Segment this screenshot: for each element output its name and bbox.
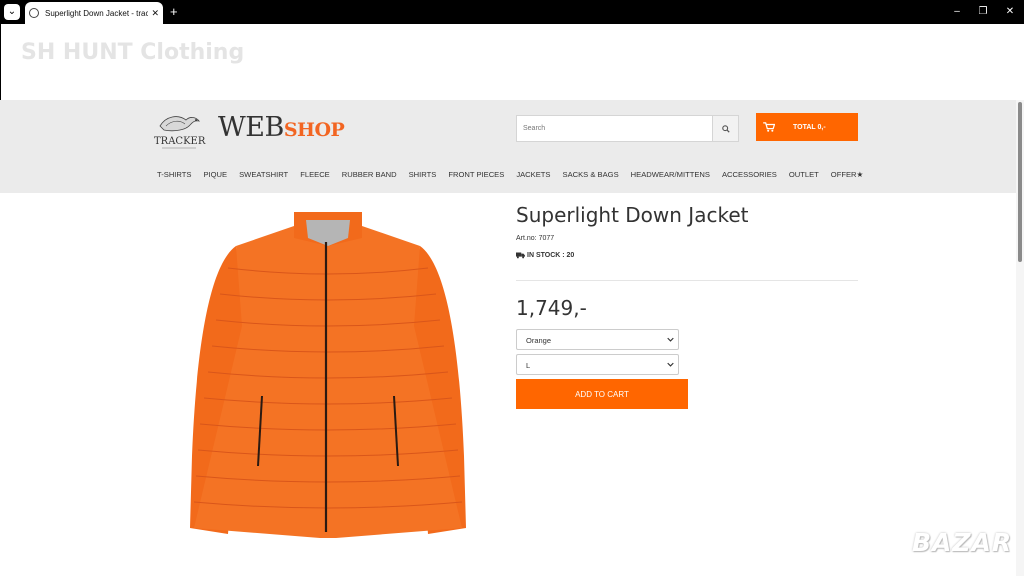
- nav-item-offer[interactable]: OFFER★: [831, 170, 864, 182]
- nav-item-jackets[interactable]: JACKETS: [516, 170, 550, 182]
- color-select[interactable]: Orange: [516, 329, 679, 350]
- chevron-down-icon: [667, 362, 674, 367]
- nav-item-sweatshirt[interactable]: SWEATSHIRT: [239, 170, 288, 182]
- size-select-value: L: [526, 361, 531, 370]
- article-number: Art.no: 7077: [516, 235, 555, 242]
- search-input[interactable]: Search: [516, 115, 713, 142]
- logo-shop-text: SHOP: [283, 119, 345, 141]
- main-nav: T-SHIRTS PIQUE SWEATSHIRT FLEECE RUBBER …: [157, 170, 863, 182]
- chevron-down-icon: [667, 337, 674, 342]
- bazar-watermark: BAZAR: [912, 528, 1013, 557]
- stock-label: IN STOCK : 20: [527, 252, 575, 259]
- star-icon: ★: [856, 170, 864, 179]
- nav-item-outlet[interactable]: OUTLET: [789, 170, 819, 182]
- nav-item-fleece[interactable]: FLEECE: [300, 170, 330, 182]
- truck-icon: [516, 252, 525, 259]
- background-site-title: SH HUNT Clothing: [21, 40, 245, 65]
- product-image[interactable]: [188, 206, 468, 538]
- cart-total-label: TOTAL 0,-: [793, 123, 826, 131]
- tab-title: Superlight Down Jacket - tracke: [45, 8, 149, 18]
- page-scrollbar[interactable]: [1016, 100, 1024, 576]
- stock-status: IN STOCK : 20: [516, 252, 574, 259]
- new-tab-button[interactable]: +: [170, 4, 178, 20]
- search-icon: [721, 124, 730, 133]
- divider: [516, 280, 858, 281]
- product-price: 1,749,-: [516, 296, 587, 320]
- site-header: TRACKER WEBSHOP Search TOTAL 0,- T-SHIRT…: [0, 100, 1016, 193]
- minimize-button[interactable]: –: [950, 4, 964, 20]
- add-to-cart-button[interactable]: ADD TO CART: [516, 379, 688, 409]
- nav-item-shirts[interactable]: SHIRTS: [409, 170, 437, 182]
- search-button[interactable]: [713, 115, 739, 142]
- svg-text:TRACKER: TRACKER: [154, 136, 206, 147]
- nav-item-accessories[interactable]: ACCESSORIES: [722, 170, 777, 182]
- product-title: Superlight Down Jacket: [516, 203, 749, 227]
- tracker-logo[interactable]: TRACKER: [152, 108, 206, 152]
- page-background: SH HUNT Clothing: [0, 24, 1024, 100]
- tab-menu-button[interactable]: ⌄: [4, 4, 20, 20]
- size-select[interactable]: L: [516, 354, 679, 375]
- cart-icon: [763, 122, 775, 132]
- nav-item-sacks-bags[interactable]: SACKS & BAGS: [563, 170, 619, 182]
- browser-chrome: ⌄ Superlight Down Jacket - tracke ✕ + – …: [0, 0, 1024, 24]
- browser-tab[interactable]: Superlight Down Jacket - tracke ✕: [25, 2, 163, 24]
- globe-icon: [29, 8, 39, 18]
- close-window-button[interactable]: ✕: [1003, 4, 1017, 20]
- nav-item-headwear-mittens[interactable]: HEADWEAR/MITTENS: [631, 170, 710, 182]
- logo-web-text: WEB: [218, 112, 284, 143]
- nav-item-offer-label: OFFER: [830, 170, 857, 179]
- nav-item-pique[interactable]: PIQUE: [203, 170, 227, 182]
- nav-item-rubber-band[interactable]: RUBBER BAND: [342, 170, 397, 182]
- cart-total-button[interactable]: TOTAL 0,-: [756, 113, 858, 141]
- webshop-logo[interactable]: WEBSHOP: [218, 112, 345, 143]
- scrollbar-thumb[interactable]: [1018, 102, 1022, 262]
- maximize-button[interactable]: ❐: [976, 4, 990, 20]
- nav-item-t-shirts[interactable]: T-SHIRTS: [157, 170, 191, 182]
- color-select-value: Orange: [526, 336, 552, 345]
- tab-close-icon[interactable]: ✕: [151, 8, 159, 19]
- nav-item-front-pieces[interactable]: FRONT PIECES: [448, 170, 504, 182]
